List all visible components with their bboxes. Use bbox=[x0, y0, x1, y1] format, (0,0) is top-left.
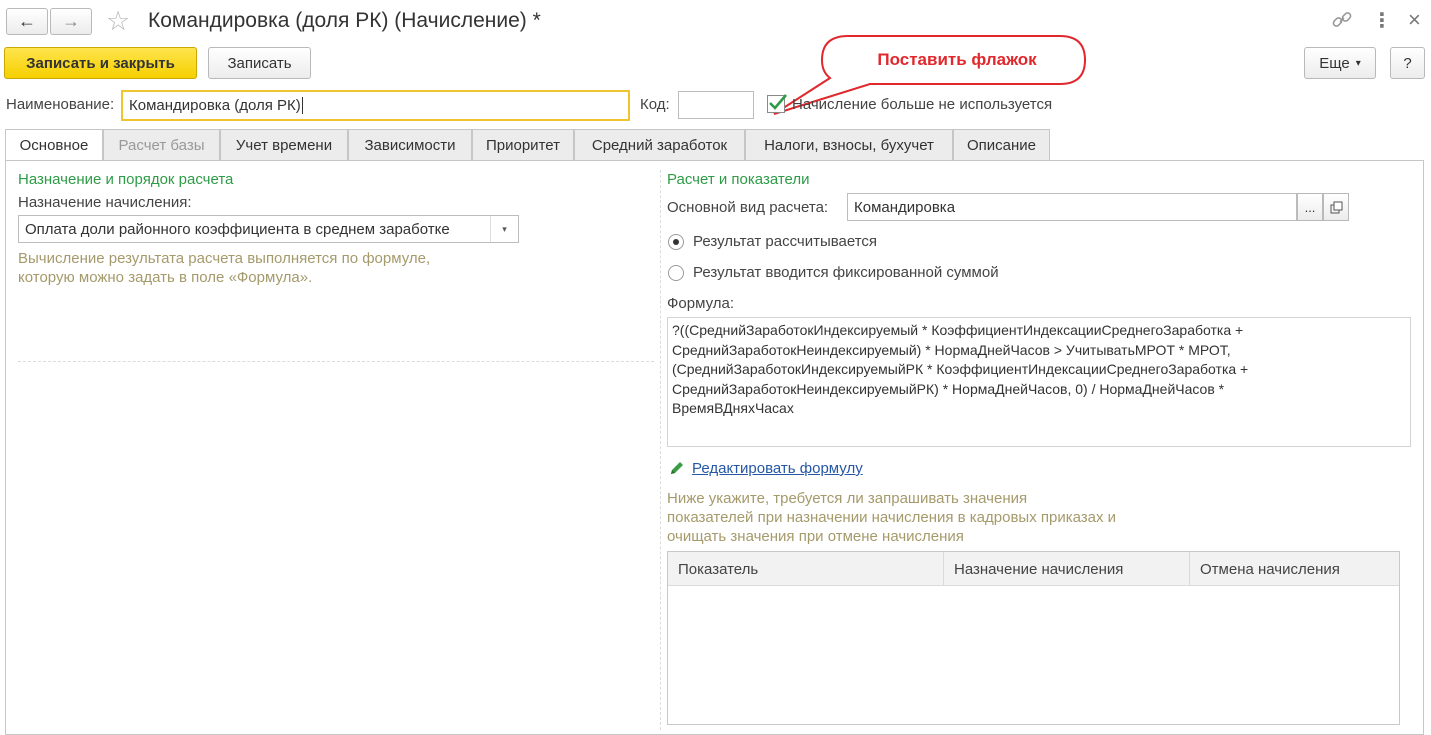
tab-taxes[interactable]: Налоги, взносы, бухучет bbox=[745, 129, 953, 160]
arrow-left-icon: ← bbox=[18, 11, 36, 31]
chevron-down-icon: ▾ bbox=[1355, 57, 1361, 69]
purpose-label: Назначение начисления: bbox=[18, 194, 192, 211]
save-button[interactable]: Записать bbox=[208, 47, 311, 79]
column-header-assignment[interactable]: Назначение начисления bbox=[943, 552, 1189, 586]
name-input[interactable]: Командировка (доля РК) bbox=[121, 90, 630, 121]
tab-main[interactable]: Основное bbox=[5, 129, 103, 161]
edit-formula-link[interactable]: Редактировать формулу bbox=[692, 460, 863, 477]
open-window-icon bbox=[1330, 201, 1342, 213]
pencil-icon bbox=[671, 462, 683, 474]
formula-line: ?((СреднийЗаработокИндексируемый * Коэфф… bbox=[672, 322, 1244, 338]
code-input[interactable] bbox=[678, 91, 754, 119]
radio-fixed[interactable] bbox=[668, 265, 684, 281]
back-button[interactable]: ← bbox=[6, 8, 48, 35]
name-label: Наименование: bbox=[6, 96, 115, 113]
more-menu-icon[interactable]: ⋮ bbox=[1372, 8, 1392, 33]
more-label: Еще bbox=[1319, 54, 1350, 72]
formula-line: ВремяВДняхЧасах bbox=[672, 400, 794, 416]
left-hint-line2: которую можно задать в поле «Формула». bbox=[18, 269, 313, 286]
right-hint-line2: показателей при назначении начисления в … bbox=[667, 509, 1117, 526]
column-header-cancellation[interactable]: Отмена начисления bbox=[1189, 552, 1399, 586]
purpose-value: Оплата доли районного коэффициента в сре… bbox=[25, 220, 450, 238]
name-value: Командировка (доля РК) bbox=[129, 97, 301, 114]
tab-average-earnings[interactable]: Средний заработок bbox=[574, 129, 745, 160]
formula-line: СреднийЗаработокНеиндексируемый) * Норма… bbox=[672, 341, 1231, 358]
formula-textarea[interactable]: ?((СреднийЗаработокИндексируемый * Коэфф… bbox=[667, 317, 1411, 447]
link-icon[interactable] bbox=[1331, 10, 1353, 30]
forward-button[interactable]: → bbox=[50, 8, 92, 35]
tab-divider bbox=[103, 160, 1424, 161]
radio-calculated-label: Результат рассчитывается bbox=[693, 233, 878, 250]
right-hint-line1: Ниже укажите, требуется ли запрашивать з… bbox=[667, 490, 1028, 507]
purpose-select[interactable]: Оплата доли районного коэффициента в сре… bbox=[18, 215, 519, 243]
help-button[interactable]: ? bbox=[1390, 47, 1425, 79]
unused-checkbox[interactable] bbox=[767, 94, 787, 113]
more-button[interactable]: Еще ▾ bbox=[1304, 47, 1376, 79]
choose-button[interactable]: ... bbox=[1297, 193, 1323, 221]
column-separator bbox=[660, 170, 661, 730]
unused-label: Начисление больше не используется bbox=[792, 96, 1053, 113]
left-section-title: Назначение и порядок расчета bbox=[18, 171, 234, 188]
tab-time-accounting[interactable]: Учет времени bbox=[220, 129, 348, 160]
right-section-title: Расчет и показатели bbox=[667, 171, 810, 188]
formula-label: Формула: bbox=[667, 295, 735, 312]
left-hint-line1: Вычисление результата расчета выполняетс… bbox=[18, 250, 431, 267]
code-label: Код: bbox=[640, 96, 670, 113]
tab-priority[interactable]: Приоритет bbox=[472, 129, 574, 160]
base-type-label: Основной вид расчета: bbox=[667, 199, 829, 216]
column-header-indicator[interactable]: Показатель bbox=[668, 552, 943, 586]
save-and-close-button[interactable]: Записать и закрыть bbox=[4, 47, 197, 79]
formula-line: СреднийЗаработокНеиндексируемыйРК) * Нор… bbox=[672, 380, 1225, 397]
tab-dependencies[interactable]: Зависимости bbox=[348, 129, 472, 160]
star-favorite-icon[interactable]: ☆ bbox=[106, 6, 130, 37]
tab-description[interactable]: Описание bbox=[953, 129, 1050, 160]
close-icon[interactable]: × bbox=[1408, 7, 1421, 33]
tab-base-calculation[interactable]: Расчет базы bbox=[103, 129, 220, 160]
page-title: Командировка (доля РК) (Начисление) * bbox=[148, 9, 541, 32]
dropdown-arrow-icon[interactable]: ▾ bbox=[490, 216, 518, 242]
open-button[interactable] bbox=[1323, 193, 1349, 221]
radio-fixed-label: Результат вводится фиксированной суммой bbox=[693, 264, 999, 281]
radio-calculated[interactable] bbox=[668, 234, 684, 250]
formula-line: (СреднийЗаработокИндексируемыйРК * Коэфф… bbox=[672, 361, 1249, 377]
base-type-input[interactable]: Командировка bbox=[847, 193, 1297, 221]
right-hint-line3: очищать значения при отмене начисления bbox=[667, 528, 964, 545]
callout-text: Поставить флажок bbox=[877, 50, 1037, 69]
arrow-right-icon: → bbox=[62, 11, 80, 31]
checkmark-icon bbox=[769, 94, 787, 110]
left-dashed-separator bbox=[18, 361, 654, 362]
